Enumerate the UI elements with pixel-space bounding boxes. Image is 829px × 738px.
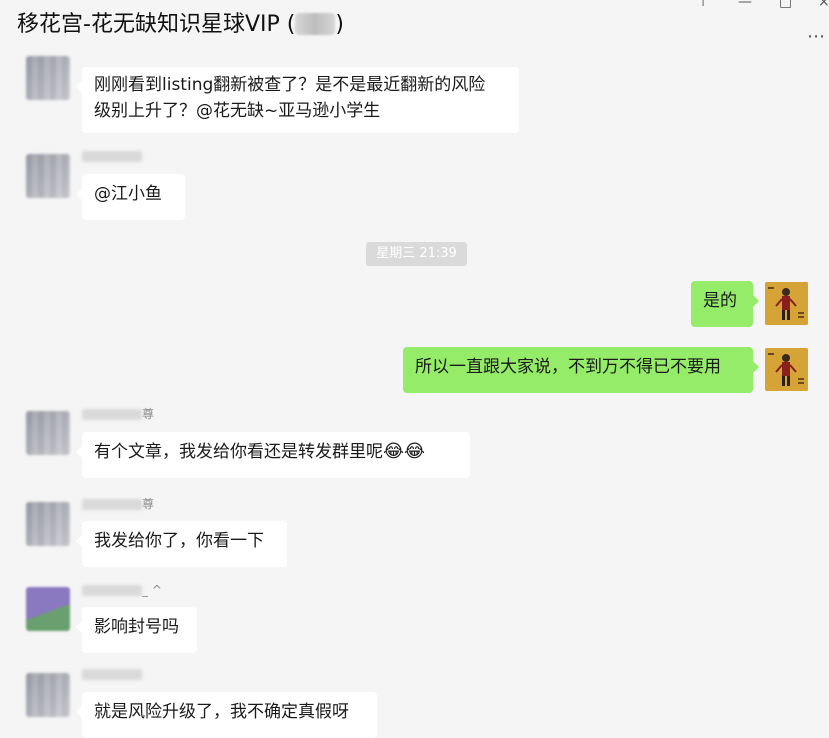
message-bubble[interactable]: 我发给你了，你看一下	[76, 521, 287, 567]
message-bubble[interactable]: 影响封号吗	[76, 607, 197, 653]
avatar[interactable]	[26, 502, 70, 546]
more-options-icon[interactable]: ⋯	[807, 26, 825, 47]
chat-area[interactable]: 刚刚看到listing翻新被查了？是不是最近翻新的风险 级别上升了？@花无缺~亚…	[0, 52, 829, 738]
blurred-nickname	[82, 151, 142, 162]
message-bubble[interactable]: 刚刚看到listing翻新被查了？是不是最近翻新的风险 级别上升了？@花无缺~亚…	[76, 67, 519, 133]
minimize-icon[interactable]: —	[738, 0, 752, 10]
message-text: 影响封号吗	[94, 617, 179, 637]
person-figure-icon	[765, 282, 808, 325]
my-message-bubble[interactable]: 所以一直跟大家说，不到万不得已不要用	[403, 347, 759, 393]
blurred-nickname	[82, 409, 142, 420]
nickname-suffix: _ ^	[142, 583, 162, 597]
chat-title-text: 移花宫-花无缺知识星球VIP (	[17, 12, 296, 37]
message-text-line: 刚刚看到listing翻新被查了？是不是最近翻新的风险	[94, 75, 486, 95]
message-bubble[interactable]: 就是风险升级了，我不确定真假呀	[76, 692, 377, 738]
sender-nickname	[82, 667, 142, 681]
message-text: 所以一直跟大家说，不到万不得已不要用	[415, 357, 721, 377]
avatar[interactable]	[26, 673, 70, 717]
nickname-suffix: 尊	[142, 407, 155, 421]
time-separator: 星期三 21:39	[366, 242, 467, 266]
laughing-tears-emoji-icon: 😂😂	[383, 441, 426, 462]
pin-icon[interactable]: ⊤	[697, 0, 709, 10]
chat-title: 移花宫-花无缺知识星球VIP ()	[17, 10, 344, 40]
message-text-line: 级别上升了？@花无缺~亚马逊小学生	[94, 101, 381, 121]
chat-title-suffix: )	[335, 12, 344, 37]
avatar[interactable]	[26, 154, 70, 198]
blurred-member-count	[295, 13, 336, 35]
sender-nickname: 尊	[82, 407, 154, 421]
sender-nickname	[82, 149, 142, 163]
blurred-nickname	[82, 499, 142, 510]
close-icon[interactable]: ×	[818, 0, 829, 10]
message-bubble[interactable]: 有个文章，我发给你看还是转发群里呢😂😂	[76, 432, 470, 478]
message-text: 就是风险升级了，我不确定真假呀	[94, 702, 349, 722]
avatar[interactable]	[26, 411, 70, 455]
message-text: 是的	[703, 291, 737, 311]
blurred-nickname	[82, 585, 142, 596]
avatar[interactable]	[26, 56, 70, 100]
avatar[interactable]	[26, 587, 70, 631]
my-message-bubble[interactable]: 是的	[691, 281, 759, 327]
message-text: 我发给你了，你看一下	[94, 531, 264, 551]
my-avatar[interactable]	[765, 348, 808, 391]
person-figure-icon	[765, 348, 808, 391]
title-bar: 移花宫-花无缺知识星球VIP () ⊤ — □ × ⋯	[0, 0, 829, 52]
sender-nickname: _ ^	[82, 583, 162, 597]
message-bubble[interactable]: @江小鱼	[76, 174, 185, 220]
nickname-suffix: 尊	[142, 497, 155, 511]
sender-nickname: 尊	[82, 497, 154, 511]
my-avatar[interactable]	[765, 282, 808, 325]
maximize-icon[interactable]: □	[779, 0, 792, 10]
message-text: @江小鱼	[94, 184, 162, 204]
blurred-nickname	[82, 669, 142, 680]
message-text: 有个文章，我发给你看还是转发群里呢	[94, 442, 383, 462]
